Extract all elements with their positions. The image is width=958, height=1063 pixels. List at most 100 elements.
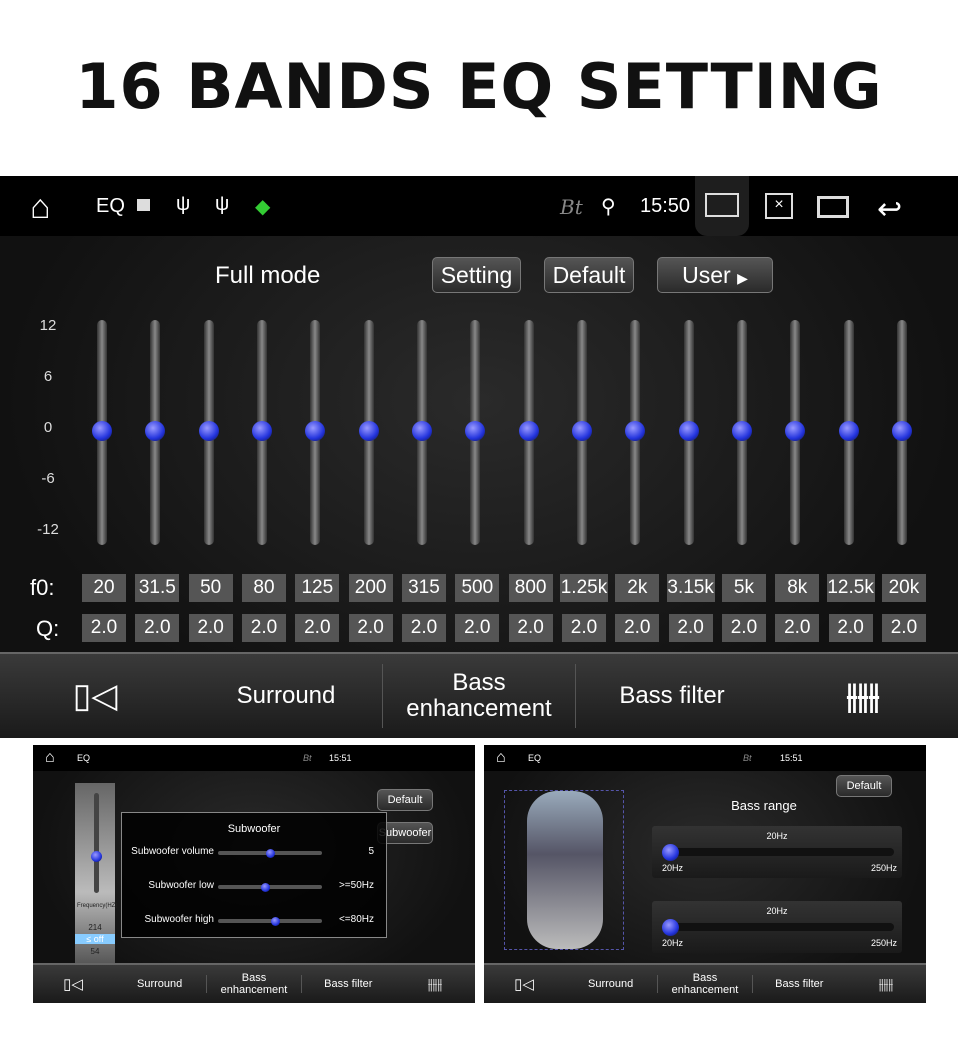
f0-cell[interactable]: 1.25k: [559, 574, 608, 602]
q-cell[interactable]: 2.0: [295, 614, 340, 642]
tab-surround[interactable]: Surround: [113, 978, 206, 990]
subwoofer-row-knob[interactable]: [271, 917, 281, 926]
range-knob[interactable]: [662, 844, 679, 861]
close-screen-icon[interactable]: ×: [765, 193, 793, 219]
band-slider-knob[interactable]: [838, 421, 859, 441]
f0-cell[interactable]: 12.5k: [826, 574, 875, 602]
subwoofer-row-track[interactable]: [218, 919, 322, 923]
speaker-icon[interactable]: ▯◁: [484, 975, 564, 993]
default-button[interactable]: Default: [544, 257, 634, 293]
band-slider-knob[interactable]: [571, 421, 592, 441]
tab-surround[interactable]: Surround: [564, 978, 657, 990]
setting-button[interactable]: Setting: [432, 257, 521, 293]
tab-surround[interactable]: Surround: [190, 682, 382, 709]
freq-selected[interactable]: ≤ off: [75, 934, 115, 944]
band-slider-knob[interactable]: [358, 421, 379, 441]
tab-label: Bass: [692, 971, 718, 984]
default-button[interactable]: Default: [836, 775, 892, 797]
home-icon[interactable]: ⌂: [45, 749, 55, 767]
clock: 15:51: [780, 753, 803, 763]
q-cell[interactable]: 2.0: [775, 614, 820, 642]
band-slider-knob[interactable]: [678, 421, 699, 441]
f0-cell[interactable]: 20: [82, 574, 126, 602]
band-slider-knob[interactable]: [731, 421, 752, 441]
band-slider-knob[interactable]: [198, 421, 219, 441]
app-label: EQ: [96, 195, 125, 217]
f0-cell[interactable]: 8k: [775, 574, 820, 602]
f0-cell[interactable]: 31.5: [135, 574, 180, 602]
recent-apps-icon[interactable]: [817, 196, 849, 218]
f0-cell[interactable]: 200: [348, 574, 393, 602]
image-icon: [137, 199, 150, 211]
band-slider-knob[interactable]: [785, 421, 806, 441]
f0-cell[interactable]: 500: [455, 574, 500, 602]
screenshot-button[interactable]: [695, 176, 749, 236]
band-slider-knob[interactable]: [92, 421, 112, 441]
subwoofer-row-track[interactable]: [218, 885, 322, 889]
tab-bass-filter[interactable]: Bass filter: [302, 978, 395, 990]
f0-cell[interactable]: 3.15k: [666, 574, 715, 602]
range-track[interactable]: [664, 848, 894, 856]
speaker-icon[interactable]: ▯◁: [0, 676, 190, 716]
f0-cell[interactable]: 5k: [721, 574, 766, 602]
subwoofer-row-knob[interactable]: [266, 849, 275, 858]
status-bar: ⌂ EQ ψ ψ ◆ Bt ⚲ 15:50 × ↩: [0, 176, 958, 236]
range-track[interactable]: [664, 923, 894, 931]
y-tick-label: -12: [37, 521, 59, 538]
q-cell[interactable]: 2.0: [721, 614, 766, 642]
clock: 15:50: [640, 195, 691, 217]
f0-cell[interactable]: 20k: [881, 574, 926, 602]
range-knob[interactable]: [662, 919, 679, 936]
f0-cell[interactable]: 315: [401, 574, 446, 602]
q-cell[interactable]: 2.0: [188, 614, 233, 642]
band-slider-knob[interactable]: [518, 421, 539, 441]
band-slider-knob[interactable]: [465, 421, 486, 441]
default-button[interactable]: Default: [377, 789, 433, 811]
f0-cell[interactable]: 125: [295, 574, 340, 602]
f0-cell[interactable]: 800: [508, 574, 553, 602]
q-cell[interactable]: 2.0: [348, 614, 393, 642]
q-cell[interactable]: 2.0: [881, 614, 926, 642]
band-slider-knob[interactable]: [305, 421, 326, 441]
mode-label: Full mode: [215, 262, 321, 289]
q-cell[interactable]: 2.0: [508, 614, 553, 642]
home-icon[interactable]: ⌂: [30, 188, 51, 227]
q-cell[interactable]: 2.0: [561, 614, 606, 642]
speaker-icon[interactable]: ▯◁: [33, 975, 113, 993]
subwoofer-row-knob[interactable]: [260, 883, 270, 892]
q-cell[interactable]: 2.0: [82, 614, 126, 642]
level-track[interactable]: [94, 793, 99, 893]
f0-cell[interactable]: 50: [188, 574, 233, 602]
band-slider-knob[interactable]: [411, 421, 432, 441]
home-icon[interactable]: ⌂: [496, 749, 506, 767]
tab-bass-enhancement[interactable]: Bass enhancement: [383, 668, 575, 723]
band-slider-knob[interactable]: [145, 421, 166, 441]
band-slider-knob[interactable]: [625, 421, 646, 441]
equalizer-icon[interactable]: ⫲⫲⫲: [846, 976, 926, 993]
tab-bass-filter[interactable]: Bass filter: [576, 682, 768, 709]
q-cell[interactable]: 2.0: [241, 614, 286, 642]
tab-bass-enhancement[interactable]: Bass enhancement: [207, 972, 300, 996]
dialog-title: Subwoofer: [227, 823, 281, 835]
user-button[interactable]: User ▶: [657, 257, 773, 293]
tab-bass-filter[interactable]: Bass filter: [753, 978, 846, 990]
q-cell[interactable]: 2.0: [668, 614, 713, 642]
q-cell[interactable]: 2.0: [455, 614, 500, 642]
q-cell[interactable]: 2.0: [615, 614, 660, 642]
f0-cell[interactable]: 80: [241, 574, 286, 602]
f0-cell[interactable]: 2k: [615, 574, 660, 602]
tab-label: Bass: [452, 668, 506, 696]
band-slider-knob[interactable]: [251, 421, 272, 441]
q-cell[interactable]: 2.0: [828, 614, 873, 642]
y-tick-label: 12: [39, 317, 57, 334]
equalizer-icon[interactable]: ⫲⫲⫲: [768, 677, 958, 716]
band-slider-knob[interactable]: [891, 421, 912, 441]
tab-bass-enhancement[interactable]: Bass enhancement: [658, 972, 751, 996]
range-min: 20Hz: [662, 863, 684, 873]
back-icon[interactable]: ↩: [877, 192, 902, 227]
level-knob[interactable]: [91, 851, 102, 862]
q-cell[interactable]: 2.0: [135, 614, 180, 642]
equalizer-icon[interactable]: ⫲⫲⫲: [395, 976, 475, 993]
q-cell[interactable]: 2.0: [401, 614, 446, 642]
clock: 15:51: [329, 753, 352, 763]
